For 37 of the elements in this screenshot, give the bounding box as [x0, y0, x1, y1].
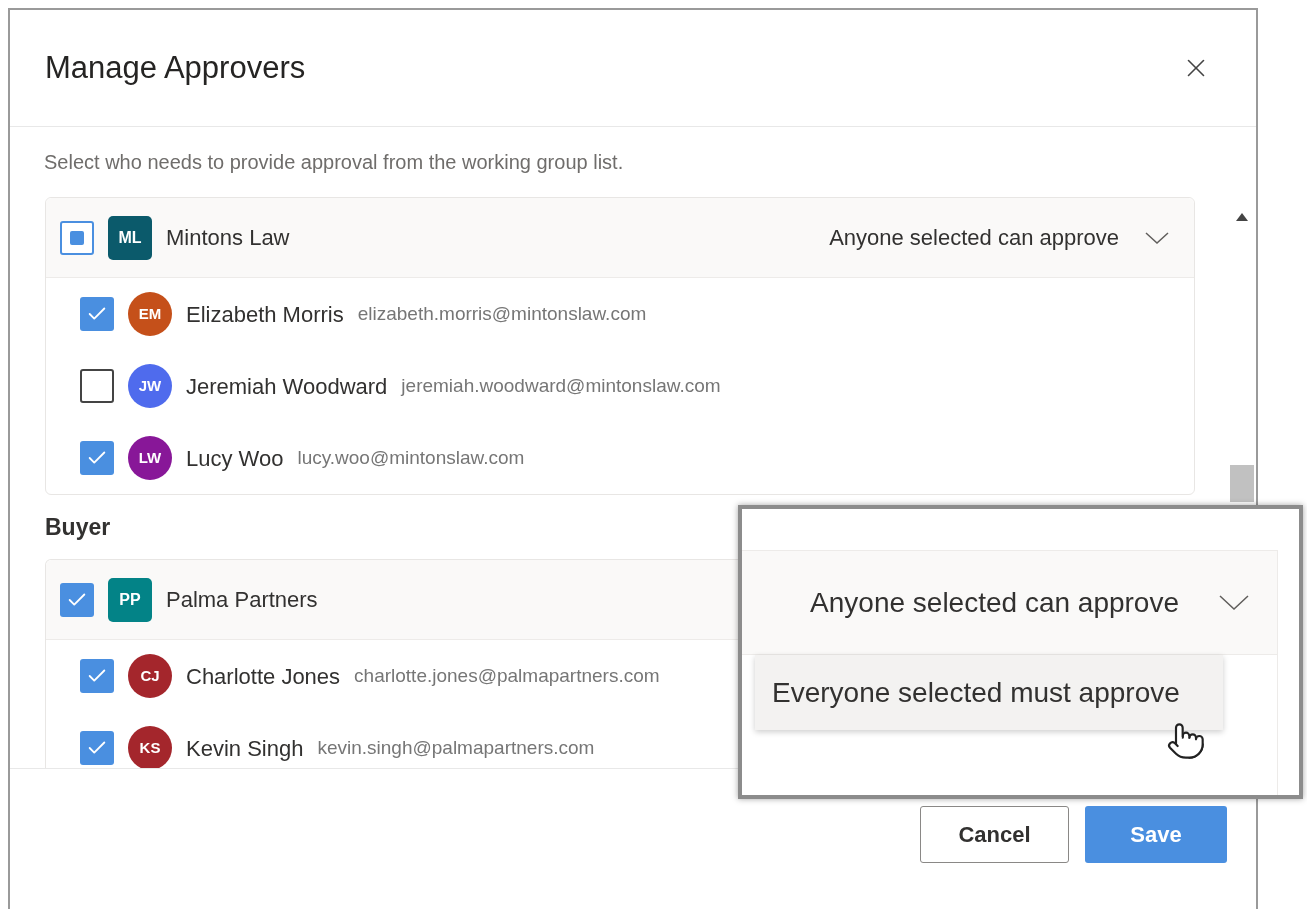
member-email: lucy.woo@mintonslaw.com: [297, 445, 525, 470]
avatar: EM: [128, 292, 172, 336]
checkbox[interactable]: [80, 441, 114, 475]
checkbox[interactable]: [60, 582, 94, 617]
checkbox[interactable]: [80, 731, 114, 765]
organization-name: Palma Partners: [166, 586, 318, 614]
cancel-button[interactable]: Cancel: [920, 806, 1069, 863]
checkbox[interactable]: [80, 659, 114, 693]
member-name: Charlotte Jones: [186, 662, 341, 691]
avatar: LW: [128, 436, 172, 480]
member-email: jeremiah.woodward@mintonslaw.com: [401, 373, 721, 398]
member-email: charlotte.jones@palmapartners.com: [354, 663, 660, 688]
chevron-icon: [1145, 231, 1169, 244]
dialog-title: Manage Approvers: [45, 48, 306, 87]
member-email: kevin.singh@palmapartners.com: [317, 735, 595, 760]
member-email: elizabeth.morris@mintonslaw.com: [357, 301, 647, 326]
organization-avatar: PP: [108, 577, 152, 622]
checkbox[interactable]: [80, 297, 114, 331]
avatar: CJ: [128, 654, 172, 698]
member-name: Elizabeth Morris: [186, 300, 344, 329]
member-name: Lucy Woo: [186, 444, 284, 473]
avatar: KS: [128, 726, 172, 768]
organization-name: Mintons Law: [166, 224, 290, 252]
dropdown-option[interactable]: Everyone selected must approve: [755, 655, 1223, 730]
section-label: Buyer: [45, 512, 111, 542]
approval-dropdown[interactable]: Anyone selected can approve: [810, 581, 1249, 624]
chevron-icon: [1219, 595, 1249, 610]
checkbox[interactable]: [80, 369, 114, 403]
member-name: Jeremiah Woodward: [186, 372, 388, 401]
member-name: Kevin Singh: [186, 734, 304, 763]
scrollbar-thumb[interactable]: [1230, 465, 1254, 502]
scroll-up-icon[interactable]: [1236, 213, 1248, 221]
description: Select who needs to provide approval from the working group list.: [44, 150, 624, 175]
organization-avatar: ML: [108, 215, 152, 260]
avatar: JW: [128, 364, 172, 408]
checkbox[interactable]: [60, 220, 94, 255]
approval-dropdown[interactable]: Anyone selected can approve: [829, 221, 1169, 254]
